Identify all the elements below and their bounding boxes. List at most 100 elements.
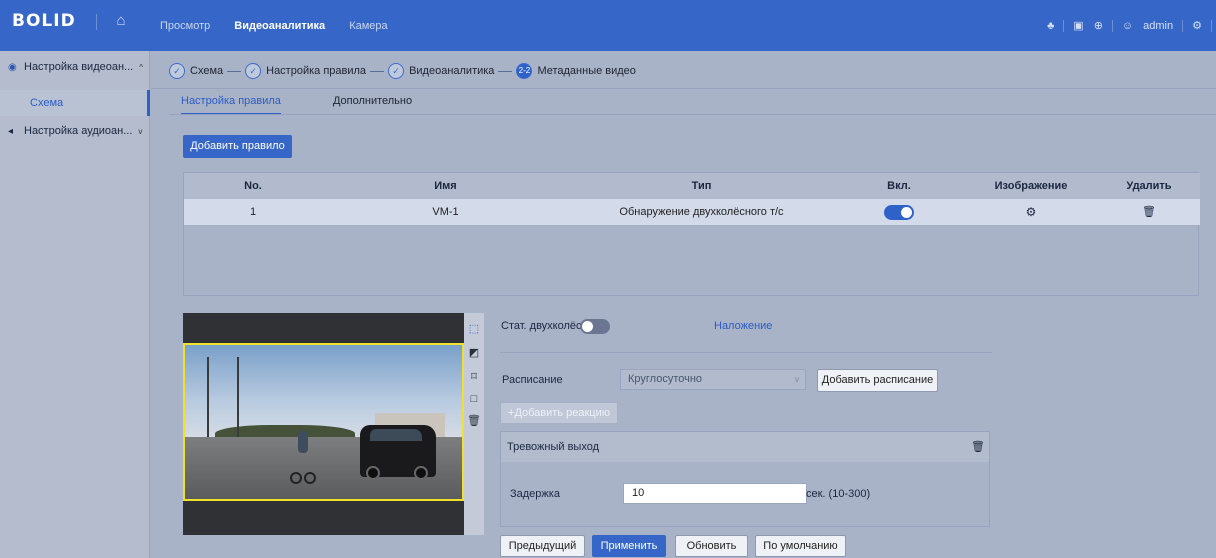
camera-icon: ◉ [8, 61, 17, 73]
bike-wheel [304, 471, 316, 484]
brand-logo: BOLID [12, 10, 76, 32]
cell-delete: 🗑 [1098, 199, 1200, 225]
top-bar: BOLID ⌂ Просмотр Видеоаналитика Камера ♣… [0, 0, 1216, 51]
step-label: Метаданные видео [537, 65, 636, 77]
tabs-divider [169, 114, 1216, 115]
draw-area-icon[interactable]: ◩ [466, 345, 482, 361]
trash-icon[interactable]: 🗑 [971, 440, 985, 453]
schedule-select[interactable]: Круглосуточно v [620, 369, 806, 390]
nav-view[interactable]: Просмотр [160, 20, 210, 32]
step-connector [227, 70, 242, 72]
draw-rule-icon[interactable]: ⬚ [466, 321, 482, 337]
alarm-output-box: Тревожный выход 🗑 [500, 431, 990, 527]
min-size-icon[interactable]: ⌑ [466, 369, 482, 385]
sidebar-group-label: Настройка видеоан... [24, 61, 134, 73]
user-icon[interactable]: ☺ [1122, 20, 1133, 32]
col-no: No. [244, 180, 262, 192]
trash-icon[interactable]: 🗑 [466, 413, 482, 429]
scene-cyclist [290, 431, 316, 484]
alarm-output-header: Тревожный выход 🗑 [501, 432, 989, 462]
bell-icon[interactable]: ♣ [1047, 20, 1054, 32]
toggle-knob [582, 321, 593, 332]
table-row[interactable]: 1 VM-1 Обнаружение двухколёсного т/с ⚙ 🗑 [184, 199, 1200, 225]
cell-no: 1 [249, 206, 257, 218]
sidebar-item-scheme[interactable]: Схема [0, 90, 150, 116]
header-sep [1211, 19, 1212, 32]
apply-button[interactable]: Применить [592, 535, 666, 557]
step-metadata[interactable]: 2-2 Метаданные видео [494, 63, 636, 79]
home-icon[interactable]: ⌂ [112, 12, 130, 30]
check-icon: ✓ [245, 63, 262, 79]
step-connector [498, 70, 513, 72]
cell-image: ⚙ [964, 199, 1098, 225]
tab-additional[interactable]: Дополнительно [333, 89, 412, 115]
video-toolbar: ⬚ ◩ ⌑ □ 🗑 [464, 313, 484, 535]
step-label: Видеоаналитика [409, 65, 495, 77]
step-scheme[interactable]: ✓ Схема [169, 63, 223, 79]
tab-rule-settings[interactable]: Настройка правила [181, 89, 281, 115]
scene-car [360, 425, 436, 481]
scene-pole [207, 357, 209, 442]
toggle-knob [901, 206, 912, 218]
nav-videoanalytics[interactable]: Видеоаналитика [234, 20, 325, 32]
step-badge: 2-2 [516, 63, 533, 79]
chevron-up-icon: ^ [139, 62, 143, 72]
bike-wheel [290, 471, 302, 484]
wizard-steps: ✓ Схема ✓ Настройка правила ✓ Видеоанали… [169, 61, 636, 81]
cell-name: VM-1 [432, 206, 459, 218]
stat-toggle[interactable] [580, 319, 610, 334]
col-image: Изображение [994, 180, 1068, 192]
prev-button[interactable]: Предыдущий [500, 535, 585, 557]
refresh-button[interactable]: Обновить [675, 535, 748, 557]
speaker-icon: ◂ [8, 125, 14, 137]
sidebar-group-audio[interactable]: ◂ Настройка аудиоан... v [0, 119, 150, 143]
roi-frame[interactable] [183, 343, 464, 501]
tab-bar: Настройка правила Дополнительно [181, 89, 464, 115]
cell-enabled [834, 199, 964, 225]
delay-input[interactable]: 10 [623, 483, 807, 504]
chevron-down-icon: v [138, 126, 143, 136]
add-schedule-button[interactable]: Добавить расписание [817, 369, 938, 392]
header-sep [1182, 19, 1184, 32]
cell-type: Обнаружение двухколёсного т/с [619, 206, 784, 218]
step-rule[interactable]: ✓ Настройка правила [223, 63, 366, 79]
header-sep [1063, 19, 1065, 32]
schedule-label: Расписание [502, 374, 563, 386]
header-sep [1111, 19, 1113, 32]
sidebar-group-video[interactable]: ◉ Настройка видеоан... ^ [0, 55, 150, 79]
col-name: Имя [434, 180, 457, 192]
cyclist-body [298, 431, 308, 454]
nav-camera[interactable]: Камера [349, 20, 387, 32]
gear-icon[interactable]: ⚙ [1192, 19, 1202, 32]
video-preview[interactable] [183, 313, 464, 535]
overlay-link[interactable]: Наложение [714, 320, 772, 332]
rules-table: No. Имя Тип Вкл. Изображение Удалить 1 V… [183, 172, 1200, 296]
header-actions: ♣ ▣ ⊕ ☺ admin ⚙ [1042, 0, 1216, 51]
delay-unit: сек. (10-300) [806, 488, 871, 500]
sidebar: ◉ Настройка видеоан... ^ Схема ◂ Настрой… [0, 51, 150, 558]
logo-text: BOLID [12, 11, 76, 31]
default-button[interactable]: По умолчанию [755, 535, 846, 557]
username[interactable]: admin [1143, 20, 1173, 32]
gear-icon[interactable]: ⚙ [1026, 205, 1037, 219]
trash-icon[interactable]: 🗑 [1142, 206, 1156, 218]
check-icon: ✓ [388, 63, 405, 79]
panel-divider [500, 352, 992, 353]
col-type: Тип [691, 180, 712, 192]
add-reaction-button[interactable]: +Добавить реакцию [500, 402, 618, 424]
add-rule-button[interactable]: Добавить правило [183, 135, 292, 158]
main-content: ✓ Схема ✓ Настройка правила ✓ Видеоанали… [151, 51, 1216, 558]
chevron-down-icon: v [795, 375, 799, 384]
step-label: Настройка правила [266, 65, 367, 77]
stat-label: Стат. двухколёс... [501, 320, 591, 332]
main-nav: Просмотр Видеоаналитика Камера [160, 0, 412, 51]
delay-label: Задержка [510, 488, 560, 500]
monitor-icon[interactable]: ▣ [1073, 19, 1083, 32]
step-connector [370, 70, 385, 72]
schedule-value: Круглосуточно [628, 373, 703, 385]
rule-enable-toggle[interactable] [884, 204, 914, 220]
max-size-icon[interactable]: □ [466, 391, 482, 407]
scene-pole [237, 357, 239, 442]
step-videoanalytics[interactable]: ✓ Видеоаналитика [366, 63, 494, 79]
globe-icon[interactable]: ⊕ [1094, 19, 1103, 32]
